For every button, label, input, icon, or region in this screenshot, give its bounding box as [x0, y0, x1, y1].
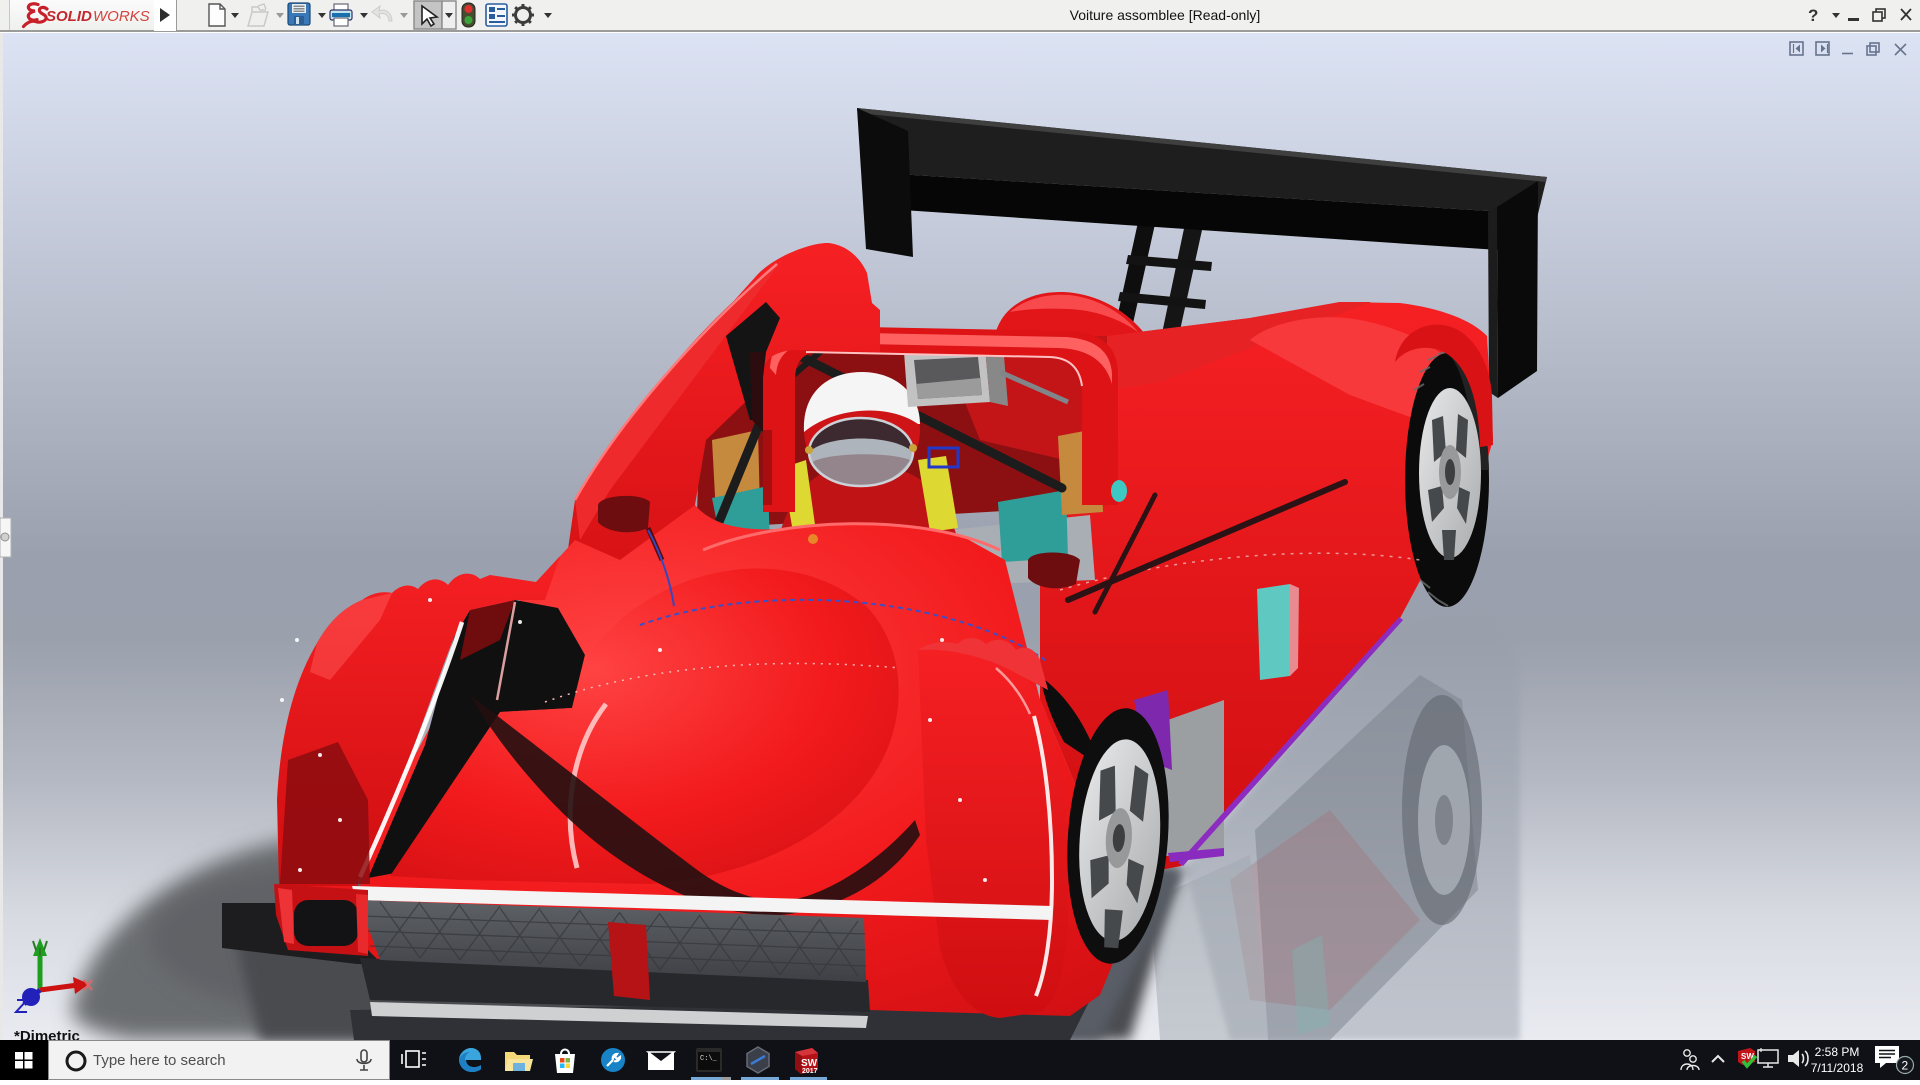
svg-text:SOLID: SOLID: [46, 8, 92, 25]
svg-text:C:\_: C:\_: [700, 1055, 718, 1063]
svg-text:WORKS: WORKS: [93, 8, 150, 25]
svg-text:2: 2: [1902, 1059, 1909, 1073]
svg-text:2017: 2017: [802, 1068, 818, 1075]
